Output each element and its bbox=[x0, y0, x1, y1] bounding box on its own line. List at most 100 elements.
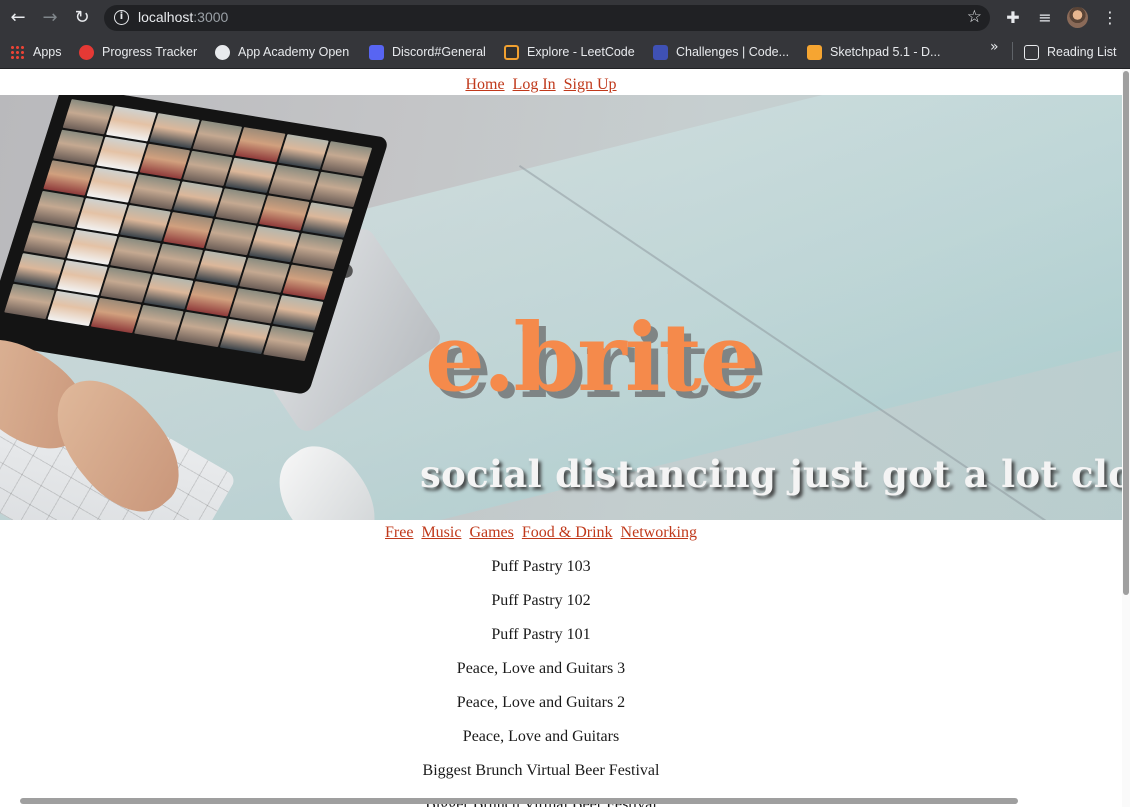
video-call-participant-tile bbox=[176, 311, 228, 348]
video-call-participant-tile bbox=[321, 141, 373, 177]
vertical-scroll-thumb[interactable] bbox=[1123, 71, 1129, 595]
bookmarks-divider bbox=[1012, 42, 1013, 60]
bookmark-app-academy[interactable]: App Academy Open bbox=[215, 42, 349, 62]
bookmark-label: App Academy Open bbox=[238, 45, 350, 59]
video-call-participant-tile bbox=[235, 127, 286, 163]
nav-login-link[interactable]: Log In bbox=[513, 76, 556, 93]
forward-arrow-icon[interactable]: → bbox=[38, 6, 62, 30]
bookmark-leetcode[interactable]: Explore - LeetCode bbox=[504, 42, 635, 62]
video-call-participant-tile bbox=[186, 280, 238, 317]
profile-avatar[interactable] bbox=[1067, 7, 1088, 28]
video-call-participant-tile bbox=[225, 157, 277, 194]
hero-banner: e.brite social distancing just got a lot… bbox=[0, 95, 1122, 520]
video-call-participant-tile bbox=[105, 106, 157, 142]
address-bar[interactable]: i localhost:3000 ☆ bbox=[104, 5, 990, 31]
category-games-link[interactable]: Games bbox=[469, 524, 513, 541]
video-call-participant-tile bbox=[239, 257, 290, 293]
brand-logo-text: e.brite bbox=[425, 303, 760, 413]
video-call-participant-tile bbox=[282, 264, 334, 300]
video-call-participant-tile bbox=[33, 191, 84, 227]
bookmark-codewars[interactable]: Challenges | Code... bbox=[653, 42, 789, 62]
leetcode-icon bbox=[504, 44, 519, 60]
vertical-scrollbar[interactable] bbox=[1122, 69, 1130, 807]
page-viewport: Home Log In Sign Up e.brite social dista… bbox=[0, 69, 1130, 807]
url-text[interactable]: localhost:3000 bbox=[138, 9, 228, 25]
codewars-icon bbox=[653, 44, 668, 60]
bookmark-label: Sketchpad 5.1 - D... bbox=[830, 45, 941, 59]
bookmark-label: Discord#General bbox=[392, 45, 486, 59]
event-list-item[interactable]: Puff Pastry 101 bbox=[0, 625, 1082, 659]
event-list-item[interactable]: Puff Pastry 103 bbox=[0, 557, 1082, 591]
category-food-drink-link[interactable]: Food & Drink bbox=[522, 524, 613, 541]
horizontal-scroll-thumb[interactable] bbox=[20, 798, 1018, 804]
bookmark-label: Challenges | Code... bbox=[676, 45, 790, 59]
browser-toolbar: ← → ↻ i localhost:3000 ☆ ✚ ≡ ⋮ bbox=[0, 0, 1130, 36]
category-music-link[interactable]: Music bbox=[421, 524, 461, 541]
video-call-participant-tile bbox=[148, 113, 200, 149]
bookmark-progress-tracker[interactable]: Progress Tracker bbox=[79, 42, 197, 62]
bookmark-star-icon[interactable]: ☆ bbox=[967, 7, 982, 27]
video-call-participant-tile bbox=[96, 136, 147, 173]
video-call-participant-tile bbox=[249, 226, 300, 262]
horizontal-scrollbar[interactable] bbox=[0, 797, 1122, 805]
video-call-participant-tile bbox=[229, 287, 281, 324]
video-call-participant-tile bbox=[139, 143, 190, 180]
reading-list-button[interactable]: Reading List bbox=[1024, 42, 1117, 62]
video-call-participant-tile bbox=[312, 171, 363, 208]
video-call-participant-tile bbox=[206, 219, 257, 255]
reading-list-label: Reading List bbox=[1047, 45, 1117, 59]
site-info-icon[interactable]: i bbox=[114, 10, 129, 25]
event-list-item[interactable]: Peace, Love and Guitars bbox=[0, 727, 1082, 761]
bookmark-sketchpad[interactable]: Sketchpad 5.1 - D... bbox=[807, 42, 940, 62]
nav-home-link[interactable]: Home bbox=[465, 76, 504, 93]
url-port: :3000 bbox=[193, 9, 229, 25]
url-host: localhost bbox=[138, 9, 194, 25]
video-call-participant-tile bbox=[119, 205, 171, 241]
video-call-participant-tile bbox=[110, 236, 161, 272]
video-call-participant-tile bbox=[66, 229, 118, 265]
video-call-participant-tile bbox=[302, 202, 353, 239]
video-call-participant-tile bbox=[43, 160, 94, 197]
event-list-item[interactable]: Peace, Love and Guitars 3 bbox=[0, 659, 1082, 693]
category-free-link[interactable]: Free bbox=[385, 524, 413, 541]
bookmark-apps[interactable]: Apps bbox=[10, 42, 62, 62]
back-arrow-icon[interactable]: ← bbox=[6, 6, 30, 30]
video-call-participant-tile bbox=[133, 304, 185, 341]
event-list-item[interactable]: Biggest Brunch Virtual Beer Festival bbox=[0, 761, 1082, 795]
video-call-participant-tile bbox=[220, 318, 271, 355]
video-call-participant-tile bbox=[23, 222, 75, 258]
site-nav: Home Log In Sign Up bbox=[0, 76, 1082, 94]
bookmarks-overflow-chevron-icon[interactable]: » bbox=[990, 39, 999, 55]
reload-icon[interactable]: ↻ bbox=[70, 6, 94, 30]
video-call-participant-tile bbox=[278, 134, 329, 170]
event-list-item[interactable]: Peace, Love and Guitars 2 bbox=[0, 693, 1082, 727]
event-list-item[interactable]: Puff Pastry 102 bbox=[0, 591, 1082, 625]
media-queue-icon[interactable]: ≡ bbox=[1034, 7, 1056, 29]
event-list: Puff Pastry 103 Puff Pastry 102 Puff Pas… bbox=[0, 557, 1082, 807]
app-academy-icon bbox=[215, 44, 230, 60]
video-call-participant-tile bbox=[182, 150, 233, 187]
video-call-participant-tile bbox=[4, 283, 55, 320]
bookmarks-bar: Apps Progress Tracker App Academy Open D… bbox=[0, 36, 1130, 69]
category-nav: Free Music Games Food & Drink Networking bbox=[0, 524, 1082, 542]
video-call-participant-tile bbox=[268, 164, 320, 201]
hero-tagline: social distancing just got a lot closer. bbox=[420, 452, 1122, 496]
bookmark-discord[interactable]: Discord#General bbox=[369, 42, 486, 62]
video-call-participant-tile bbox=[172, 181, 224, 218]
video-call-participant-tile bbox=[143, 273, 194, 310]
video-call-participant-tile bbox=[62, 99, 113, 135]
video-call-participant-tile bbox=[90, 297, 141, 334]
video-call-participant-tile bbox=[47, 290, 98, 327]
video-call-participant-tile bbox=[192, 120, 243, 156]
video-call-participant-tile bbox=[196, 250, 247, 286]
video-call-participant-tile bbox=[273, 294, 324, 331]
bookmark-label: Apps bbox=[33, 45, 62, 59]
video-call-participant-tile bbox=[129, 174, 180, 211]
video-call-participant-tile bbox=[76, 198, 127, 234]
extensions-puzzle-icon[interactable]: ✚ bbox=[1002, 7, 1024, 29]
more-menu-icon[interactable]: ⋮ bbox=[1099, 7, 1121, 29]
video-call-participant-tile bbox=[153, 243, 204, 279]
nav-signup-link[interactable]: Sign Up bbox=[564, 76, 617, 93]
category-networking-link[interactable]: Networking bbox=[621, 524, 697, 541]
video-call-participant-tile bbox=[100, 266, 151, 303]
